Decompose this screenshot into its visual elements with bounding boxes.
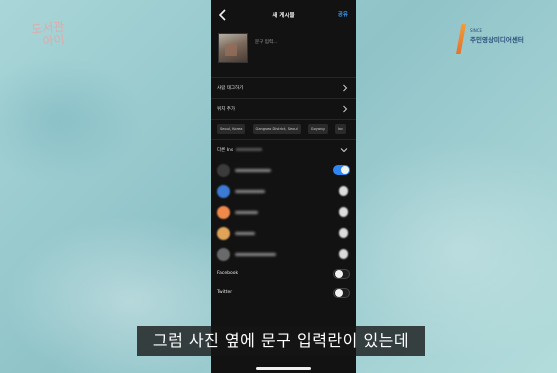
location-chip[interactable]: Goyang	[307, 124, 328, 134]
account-row[interactable]	[211, 202, 356, 223]
location-chip[interactable]: Seoul, Korea	[217, 124, 246, 134]
account-row[interactable]	[211, 160, 356, 181]
top-bar: 새 게시물 공유	[211, 0, 356, 30]
account-name-blurred	[235, 232, 255, 235]
account-row[interactable]	[211, 181, 356, 202]
logo-mark-icon	[456, 24, 466, 54]
toggle-knob	[335, 270, 343, 278]
account-list	[211, 160, 356, 265]
account-avatar	[217, 248, 230, 261]
watermark-left-line: 아이	[41, 32, 66, 49]
watermark-logo-right: SINCE 주민영상미디어센터	[456, 22, 528, 56]
account-share-toggle[interactable]	[339, 228, 348, 238]
logo-since: SINCE	[470, 28, 483, 33]
facebook-toggle[interactable]	[333, 269, 350, 279]
location-chip[interactable]: Inc	[334, 124, 347, 134]
chevron-down-icon	[340, 148, 348, 153]
account-name-blurred	[235, 211, 258, 214]
location-suggestions: Seoul, Korea Gangseo District, Seoul Goy…	[211, 120, 356, 140]
photo-thumbnail[interactable]	[218, 33, 248, 63]
account-name-blurred	[235, 190, 265, 193]
home-indicator	[256, 367, 311, 370]
account-avatar	[217, 164, 230, 177]
social-row-twitter: Twitter	[211, 284, 356, 303]
location-chip[interactable]: Gangseo District, Seoul	[252, 124, 301, 134]
logo-center-name: 주민영상미디어센터	[470, 36, 524, 44]
section-label: 다른 Ins	[217, 147, 263, 153]
phone-screen: 새 게시물 공유 문구 입력... 사람 태그하기 위치 추가 Seoul, K…	[211, 0, 356, 373]
post-preview-row: 문구 입력...	[211, 30, 356, 78]
menu-row-tag-people[interactable]: 사람 태그하기	[211, 78, 356, 99]
twitter-toggle[interactable]	[333, 288, 350, 298]
account-name-blurred	[235, 253, 276, 256]
watermark-logo-left: 도서관 아이	[31, 19, 67, 49]
social-row-facebook: Facebook	[211, 265, 356, 284]
toggle-knob	[341, 166, 349, 174]
twitter-label: Twitter	[217, 290, 233, 295]
page-title: 새 게시물	[272, 13, 295, 19]
account-share-toggle[interactable]	[339, 186, 348, 196]
facebook-label: Facebook	[217, 271, 239, 276]
menu-label: 위치 추가	[217, 107, 235, 112]
other-accounts-header[interactable]: 다른 Ins	[211, 140, 356, 160]
menu-row-add-location[interactable]: 위치 추가	[211, 99, 356, 120]
account-name-blurred	[235, 169, 271, 172]
menu-label: 사람 태그하기	[217, 86, 244, 91]
account-avatar	[217, 206, 230, 219]
video-subtitle: 그럼 사진 옆에 문구 입력란이 있는데	[137, 326, 425, 356]
share-button[interactable]: 공유	[338, 10, 348, 18]
caption-input[interactable]: 문구 입력...	[255, 39, 277, 45]
toggle-knob	[335, 289, 343, 297]
account-share-toggle[interactable]	[339, 249, 348, 259]
chevron-right-icon	[343, 84, 348, 92]
account-share-toggle[interactable]	[333, 165, 350, 175]
account-avatar	[217, 227, 230, 240]
blurred-text	[236, 148, 263, 151]
section-label-text: 다른 Ins	[217, 148, 234, 153]
account-share-toggle[interactable]	[339, 207, 348, 217]
chevron-right-icon	[343, 105, 348, 113]
account-row[interactable]	[211, 244, 356, 265]
account-avatar	[217, 185, 230, 198]
account-row[interactable]	[211, 223, 356, 244]
